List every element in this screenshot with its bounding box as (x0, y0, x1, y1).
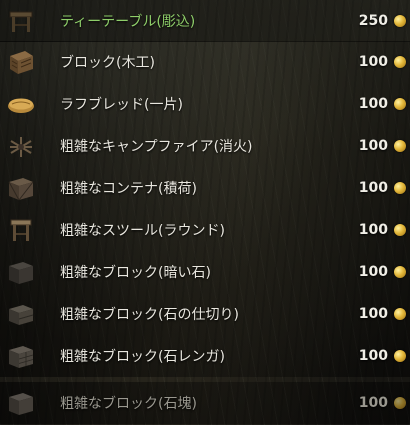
gold-coin-icon (394, 350, 406, 362)
list-item[interactable]: 粗雑なブロック(石レンガ) 100 (0, 335, 410, 377)
item-name: 粗雑なコンテナ(積荷) (60, 181, 197, 197)
item-price: 100 (358, 96, 388, 112)
campfire-icon (6, 131, 36, 161)
table-icon (6, 6, 36, 36)
gold-coin-icon (394, 15, 406, 27)
list-item[interactable]: 粗雑なブロック(暗い石) 100 (0, 251, 410, 293)
wood-block-icon (6, 47, 36, 77)
gold-coin-icon (394, 140, 406, 152)
item-price: 100 (358, 54, 388, 70)
list-item[interactable]: ティーテーブル(彫込) 250 (0, 0, 410, 42)
item-name: 粗雑なブロック(石の仕切り) (60, 307, 239, 323)
stone-brick-block-icon (6, 341, 36, 371)
list-item[interactable]: 粗雑なキャンプファイア(消火) 100 (0, 125, 410, 167)
item-price: 250 (358, 13, 388, 29)
item-price: 100 (358, 264, 388, 280)
list-item[interactable]: 粗雑なスツール(ラウンド) 100 (0, 209, 410, 251)
item-name: 粗雑なブロック(石塊) (60, 396, 197, 412)
stone-lump-block-icon (6, 388, 36, 418)
item-price: 100 (358, 222, 388, 238)
dark-stone-block-icon (6, 257, 36, 287)
item-name: 粗雑なキャンプファイア(消火) (60, 139, 253, 155)
gold-coin-icon (394, 308, 406, 320)
item-price: 100 (358, 395, 388, 411)
item-name: 粗雑なブロック(石レンガ) (60, 349, 225, 365)
list-item[interactable]: 粗雑なコンテナ(積荷) 100 (0, 167, 410, 209)
stone-divider-block-icon (6, 299, 36, 329)
gold-coin-icon (394, 266, 406, 278)
item-name: 粗雑なスツール(ラウンド) (60, 223, 225, 239)
item-price: 100 (358, 306, 388, 322)
crate-icon (6, 173, 36, 203)
list-item[interactable]: 粗雑なブロック(石塊) 100 (0, 382, 410, 424)
list-item[interactable]: 粗雑なブロック(石の仕切り) 100 (0, 293, 410, 335)
stool-icon (6, 215, 36, 245)
shop-panel: ティーテーブル(彫込) 250 ブロック(木工) 100 ラフブレッド(一片) … (0, 0, 410, 425)
gold-coin-icon (394, 56, 406, 68)
gold-coin-icon (394, 98, 406, 110)
gold-coin-icon (394, 397, 406, 409)
item-price: 100 (358, 138, 388, 154)
list-item[interactable]: ラフブレッド(一片) 100 (0, 83, 410, 125)
bread-icon (6, 89, 36, 119)
item-name: ティーテーブル(彫込) (60, 14, 196, 30)
item-price: 100 (358, 348, 388, 364)
item-name: ラフブレッド(一片) (60, 97, 183, 113)
item-price: 100 (358, 180, 388, 196)
item-name: ブロック(木工) (60, 55, 155, 71)
item-name: 粗雑なブロック(暗い石) (60, 265, 211, 281)
gold-coin-icon (394, 182, 406, 194)
gold-coin-icon (394, 224, 406, 236)
list-item[interactable]: ブロック(木工) 100 (0, 41, 410, 83)
